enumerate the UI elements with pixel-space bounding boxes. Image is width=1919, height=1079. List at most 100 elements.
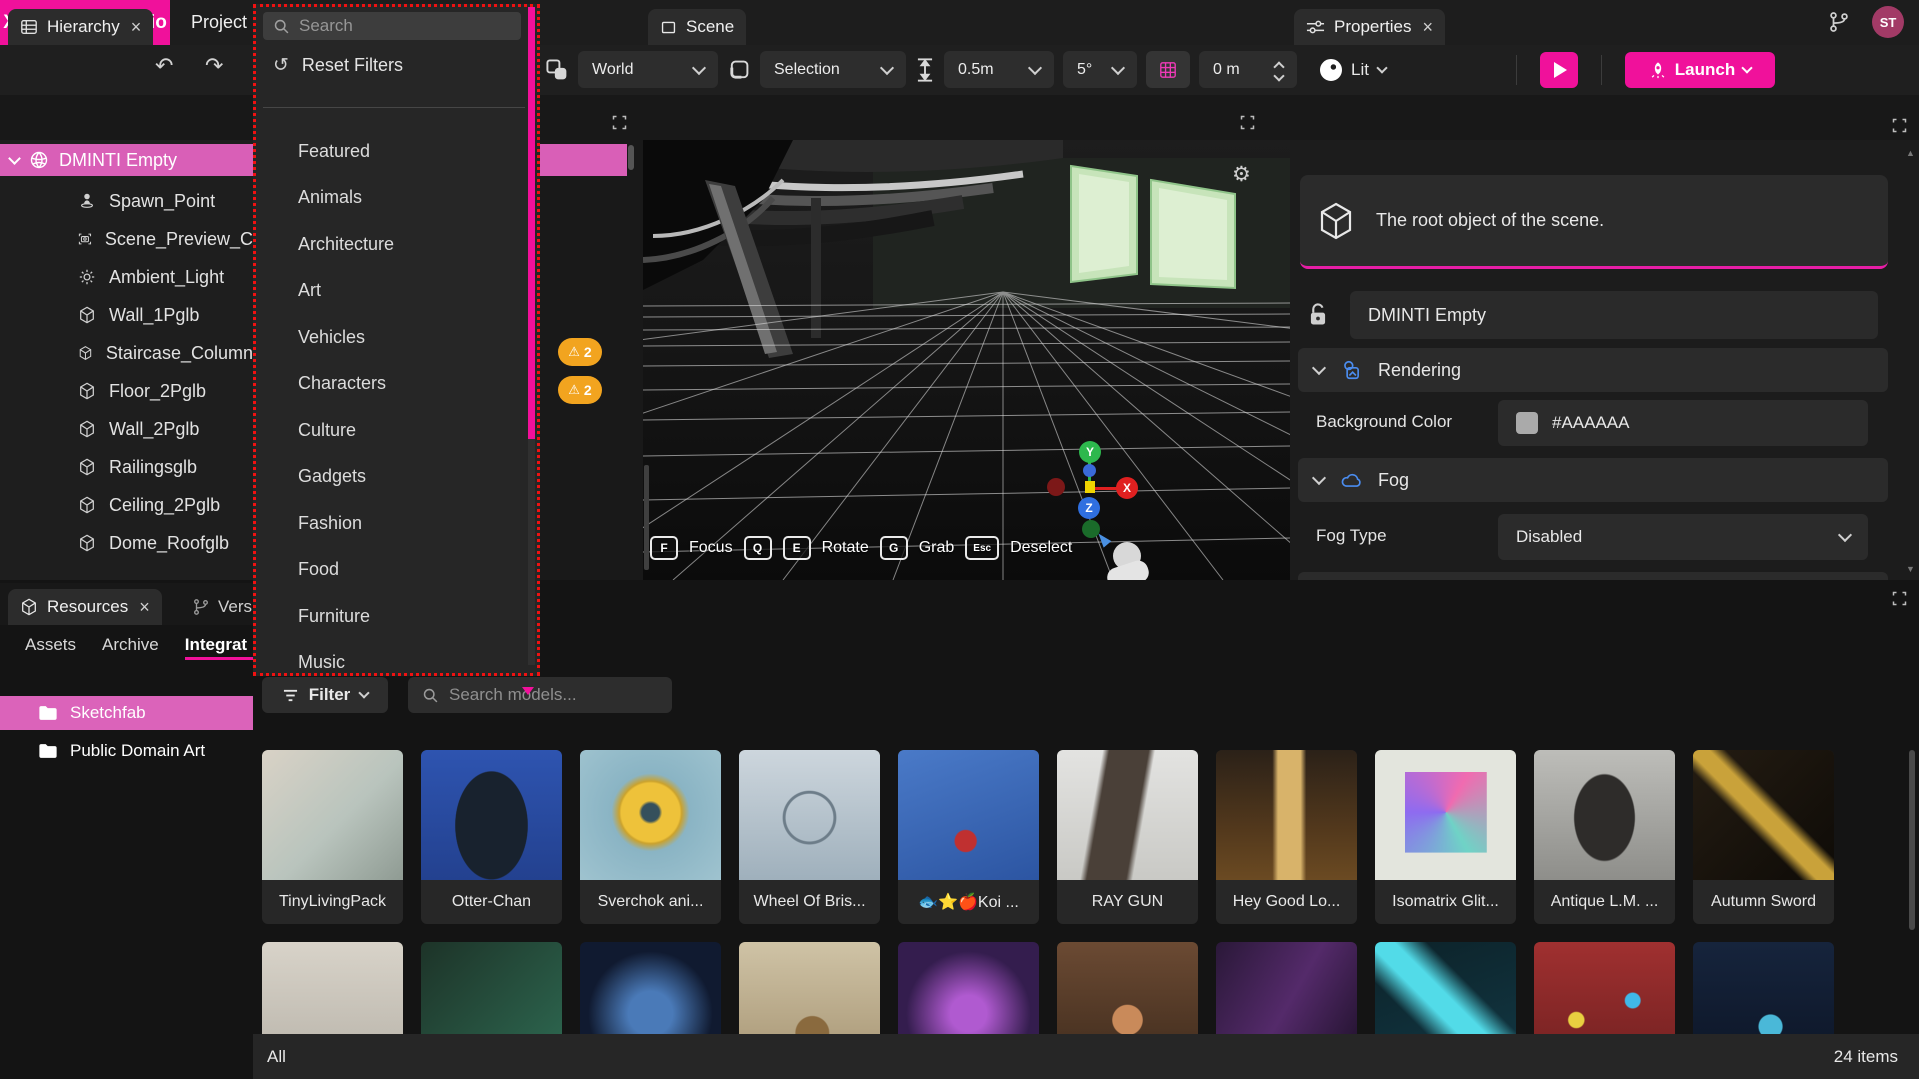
asset-selected-row[interactable] (540, 144, 627, 176)
category-featured[interactable]: Featured (256, 128, 537, 175)
hierarchy-item-railings[interactable]: Railingsglb (0, 448, 253, 486)
models-footer-bar: All 24 items (253, 1034, 1919, 1079)
category-architecture[interactable]: Architecture (256, 221, 537, 268)
gizmo-neg-x-handle[interactable] (1047, 478, 1065, 496)
subtab-integrations[interactable]: Integrat (185, 635, 247, 655)
launch-button[interactable]: Launch (1625, 52, 1775, 88)
tab-hierarchy[interactable]: Hierarchy × (8, 9, 153, 45)
fog-type-dropdown[interactable]: Disabled (1498, 514, 1868, 560)
model-name: RAY GUN (1057, 880, 1198, 924)
asset-scrollbar[interactable] (628, 145, 634, 170)
hierarchy-item-wall1[interactable]: Wall_1Pglb (0, 296, 253, 334)
models-scrollbar[interactable] (1909, 750, 1915, 930)
selection-mode-dropdown[interactable]: Selection (760, 51, 906, 88)
close-icon[interactable]: × (131, 17, 142, 38)
grid-toggle-button[interactable] (1146, 51, 1190, 88)
model-card[interactable]: RAY GUN (1057, 750, 1198, 924)
scene-expand-icon[interactable] (1240, 114, 1255, 132)
bottom-panel-expand-icon[interactable] (1892, 590, 1907, 608)
hierarchy-item-spawn-point[interactable]: Spawn_Point (0, 182, 253, 220)
gizmo-z-handle[interactable]: Z (1078, 497, 1100, 519)
model-card[interactable]: Sverchok ani... (580, 750, 721, 924)
dropdown-scrollbar-thumb[interactable] (528, 7, 535, 439)
scene-settings-gear-icon[interactable]: ⚙ (1232, 162, 1251, 187)
color-swatch[interactable] (1516, 412, 1538, 434)
move-snap-dropdown[interactable]: 0.5m (944, 51, 1054, 88)
subtab-assets[interactable]: Assets (25, 635, 76, 655)
hierarchy-root-row[interactable]: DMINTI Empty (0, 144, 253, 176)
hierarchy-item-floor2[interactable]: Floor_2Pglb (0, 372, 253, 410)
gizmo-x-handle[interactable]: X (1116, 477, 1138, 499)
lock-open-icon[interactable] (1306, 302, 1330, 328)
close-icon[interactable]: × (139, 597, 150, 618)
scroll-up-arrow[interactable]: ▲ (1906, 148, 1915, 158)
model-card[interactable]: Isomatrix Glit... (1375, 750, 1516, 924)
close-icon[interactable]: × (1422, 17, 1433, 38)
model-card[interactable]: TinyLivingPack (262, 750, 403, 924)
scene-viewport[interactable]: ⚙ F Focus Q E Rotate G Grab Esc Deselect… (643, 140, 1290, 580)
category-gadgets[interactable]: Gadgets (256, 454, 537, 501)
panel-scrollbar[interactable] (644, 465, 649, 570)
hierarchy-item-wall2[interactable]: Wall_2Pglb (0, 410, 253, 448)
version-branch-icon[interactable] (1828, 11, 1850, 33)
properties-expand-icon[interactable] (1892, 117, 1907, 135)
model-card[interactable]: Hey Good Lo... (1216, 750, 1357, 924)
redo-button[interactable]: ↷ (205, 53, 223, 79)
selection-pivot-icon[interactable] (727, 58, 751, 82)
chevron-down-icon[interactable] (8, 152, 21, 165)
hierarchy-item-staircase[interactable]: Staircase_Column (0, 334, 253, 372)
snap-distance-icon[interactable] (915, 57, 935, 83)
gizmo-y-handle[interactable]: Y (1079, 441, 1101, 463)
category-characters[interactable]: Characters (256, 361, 537, 408)
category-vehicles[interactable]: Vehicles (256, 314, 537, 361)
model-card[interactable]: 🐟⭐🍎Koi ... (898, 750, 1039, 924)
asset-expand-icon[interactable] (612, 114, 627, 132)
shading-mode-dropdown[interactable]: Lit (1320, 59, 1386, 81)
hierarchy-item-ceiling[interactable]: Ceiling_2Pglb (0, 486, 253, 524)
category-music[interactable]: Music (256, 640, 537, 687)
menu-project[interactable]: Project (183, 0, 255, 45)
category-furniture[interactable]: Furniture (256, 593, 537, 640)
tab-properties[interactable]: Properties × (1294, 9, 1445, 45)
rendering-section-header[interactable]: Rendering (1298, 348, 1888, 392)
rotate-snap-dropdown[interactable]: 5° (1063, 51, 1137, 88)
object-name-field[interactable]: DMINTI Empty (1350, 291, 1878, 339)
category-animals[interactable]: Animals (256, 175, 537, 222)
footer-all-label[interactable]: All (267, 1047, 286, 1067)
subtab-archive[interactable]: Archive (102, 635, 159, 655)
scroll-down-arrow[interactable]: ▼ (1906, 564, 1915, 574)
hierarchy-item-scene-preview[interactable]: Scene_Preview_C (0, 220, 253, 258)
fog-section-header[interactable]: Fog (1298, 458, 1888, 502)
warning-badge[interactable]: ⚠2 (558, 376, 602, 404)
folder-sketchfab[interactable]: Sketchfab (0, 696, 253, 730)
folder-public-domain-art[interactable]: Public Domain Art (0, 734, 253, 768)
gizmo-small-handle[interactable] (1083, 464, 1096, 477)
category-food[interactable]: Food (256, 547, 537, 594)
warning-badge[interactable]: ⚠2 (558, 338, 602, 366)
category-art[interactable]: Art (256, 268, 537, 315)
gizmo-center[interactable] (1085, 481, 1095, 493)
stepper-arrows[interactable] (1275, 59, 1283, 80)
grid-height-stepper[interactable]: 0 m (1199, 51, 1297, 88)
model-card[interactable]: Wheel Of Bris... (739, 750, 880, 924)
user-avatar[interactable]: ST (1872, 6, 1904, 38)
toolbar-divider (1516, 55, 1517, 85)
world-space-dropdown[interactable]: World (578, 51, 718, 88)
model-card[interactable]: Antique L.M. ... (1534, 750, 1675, 924)
hierarchy-item-ambient-light[interactable]: Ambient_Light (0, 258, 253, 296)
model-card[interactable]: Autumn Sword (1693, 750, 1834, 924)
tab-resources[interactable]: Resources × (8, 589, 162, 625)
background-color-field[interactable]: #AAAAAA (1498, 400, 1868, 446)
undo-button[interactable]: ↶ (155, 53, 173, 79)
category-search-input[interactable]: Search (263, 12, 521, 40)
category-fashion[interactable]: Fashion (256, 500, 537, 547)
play-button[interactable] (1540, 52, 1578, 88)
model-card[interactable]: Otter-Chan (421, 750, 562, 924)
category-culture[interactable]: Culture (256, 407, 537, 454)
tab-versions[interactable]: Versi (186, 589, 253, 625)
hierarchy-item-dome-roof[interactable]: Dome_Roofglb (0, 524, 253, 562)
reset-filters-button[interactable]: ↺ Reset Filters (263, 49, 403, 81)
tab-scene[interactable]: Scene (648, 9, 746, 45)
properties-panel: The root object of the scene. DMINTI Emp… (1290, 140, 1919, 580)
transform-space-icon[interactable] (545, 58, 569, 82)
